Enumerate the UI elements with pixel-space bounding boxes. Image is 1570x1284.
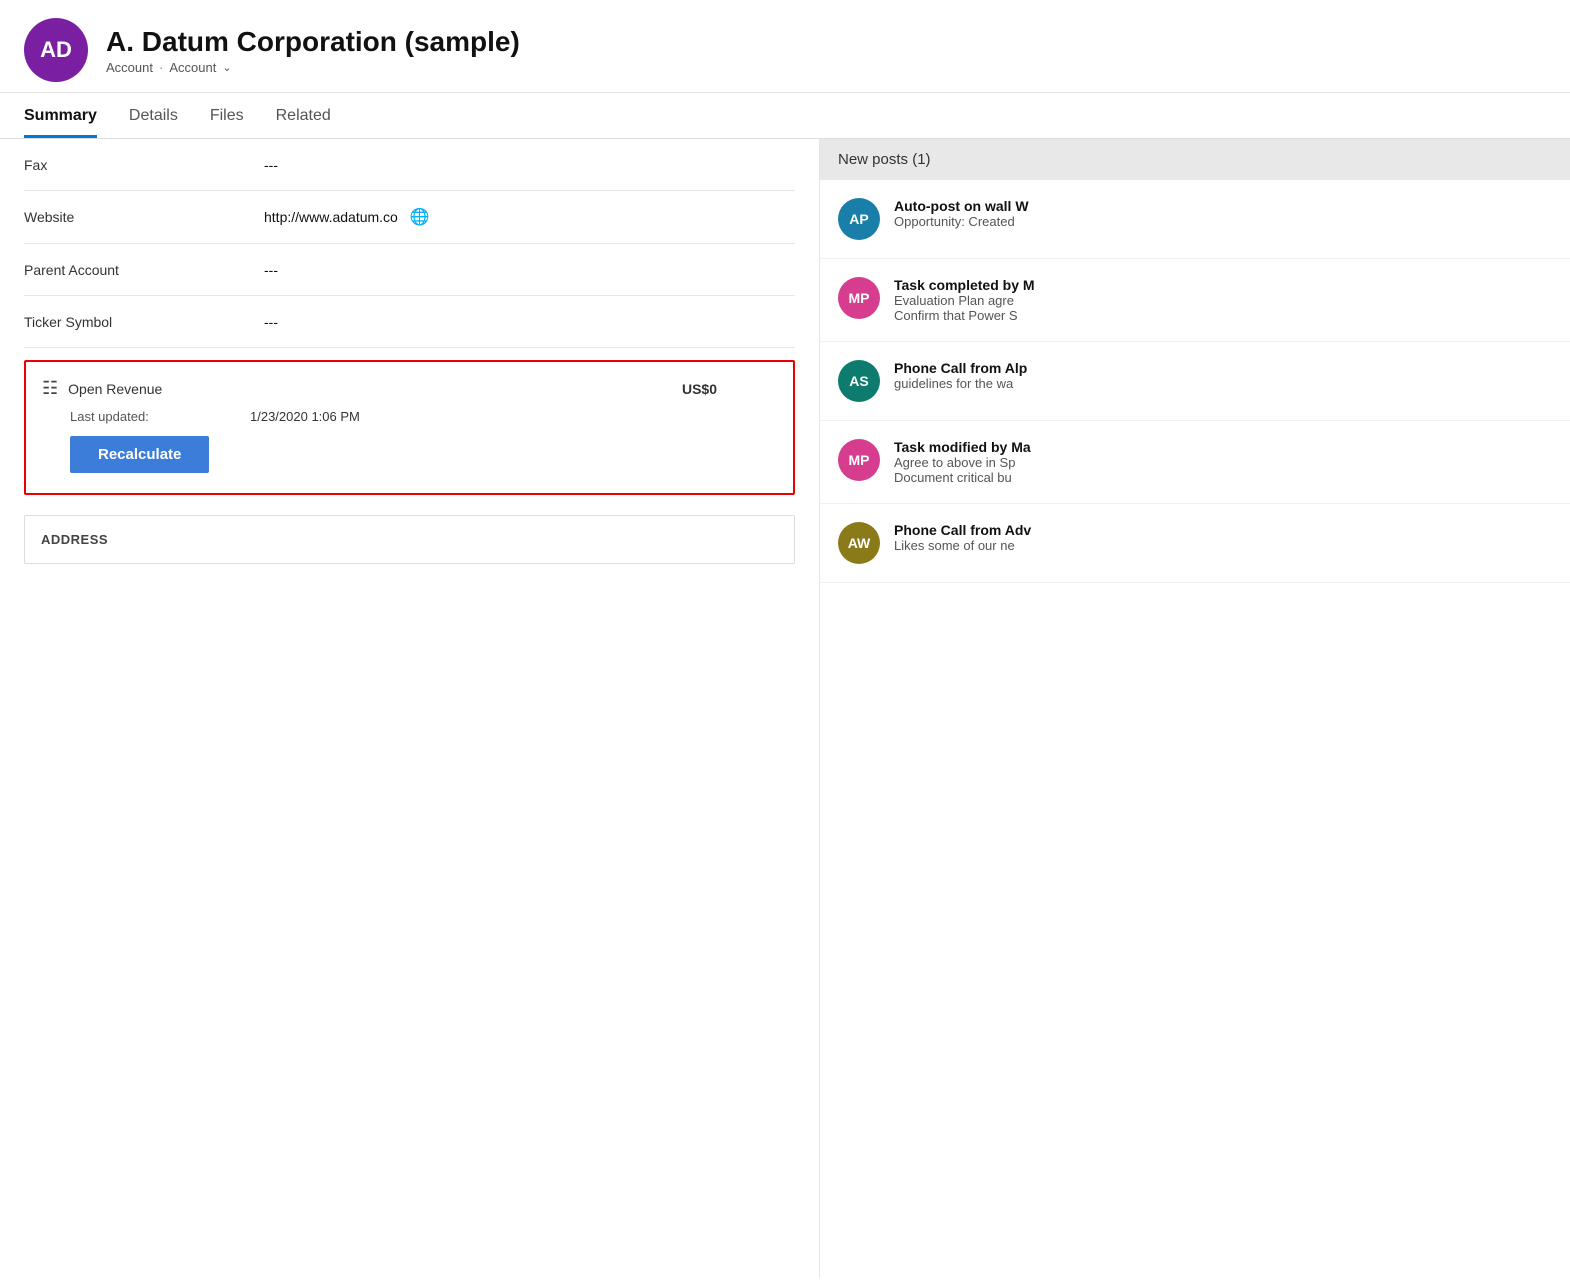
activity-content-1: Task completed by M Evaluation Plan agre… bbox=[894, 277, 1552, 323]
header-text: A. Datum Corporation (sample) Account · … bbox=[106, 26, 520, 75]
activity-avatar-4: AW bbox=[838, 522, 880, 564]
page-title: A. Datum Corporation (sample) bbox=[106, 26, 520, 58]
main-layout: Fax --- Website http://www.adatum.co 🌐 P… bbox=[0, 139, 1570, 1278]
breadcrumb-account2[interactable]: Account bbox=[169, 60, 216, 75]
page-header: AD A. Datum Corporation (sample) Account… bbox=[0, 0, 1570, 93]
breadcrumb-sep: · bbox=[159, 60, 163, 75]
website-row: Website http://www.adatum.co 🌐 bbox=[24, 191, 795, 244]
activity-list: AP Auto-post on wall W Opportunity: Crea… bbox=[820, 180, 1570, 583]
last-updated-value: 1/23/2020 1:06 PM bbox=[250, 409, 360, 424]
tab-related[interactable]: Related bbox=[276, 93, 331, 138]
tab-bar: Summary Details Files Related bbox=[0, 93, 1570, 139]
activity-content-2: Phone Call from Alp guidelines for the w… bbox=[894, 360, 1552, 391]
last-updated-label: Last updated: bbox=[70, 409, 250, 424]
calculator-icon: ☷ bbox=[42, 378, 58, 399]
website-value[interactable]: http://www.adatum.co 🌐 bbox=[264, 207, 795, 227]
breadcrumb: Account · Account ⌄ bbox=[106, 60, 520, 75]
last-updated-row: Last updated: 1/23/2020 1:06 PM bbox=[42, 409, 777, 424]
field-section: Fax --- Website http://www.adatum.co 🌐 P… bbox=[0, 139, 819, 348]
activity-title-2: Phone Call from Alp bbox=[894, 360, 1552, 376]
activity-item-1[interactable]: MP Task completed by M Evaluation Plan a… bbox=[820, 259, 1570, 342]
ticker-symbol-label: Ticker Symbol bbox=[24, 314, 264, 330]
activity-content-3: Task modified by Ma Agree to above in Sp… bbox=[894, 439, 1552, 485]
parent-account-label: Parent Account bbox=[24, 262, 264, 278]
activity-avatar-3: MP bbox=[838, 439, 880, 481]
activity-sub2-3: Document critical bu bbox=[894, 470, 1552, 485]
activity-title-3: Task modified by Ma bbox=[894, 439, 1552, 455]
globe-icon: 🌐 bbox=[410, 209, 430, 226]
activity-sub-3: Agree to above in Sp bbox=[894, 455, 1552, 470]
activity-item-3[interactable]: MP Task modified by Ma Agree to above in… bbox=[820, 421, 1570, 504]
address-title: ADDRESS bbox=[41, 532, 778, 547]
activity-item-0[interactable]: AP Auto-post on wall W Opportunity: Crea… bbox=[820, 180, 1570, 259]
ticker-symbol-row: Ticker Symbol --- bbox=[24, 296, 795, 348]
website-label: Website bbox=[24, 209, 264, 225]
open-revenue-label: Open Revenue bbox=[68, 381, 162, 397]
address-section: ADDRESS bbox=[24, 515, 795, 564]
fax-row: Fax --- bbox=[24, 139, 795, 191]
fax-label: Fax bbox=[24, 157, 264, 173]
left-panel: Fax --- Website http://www.adatum.co 🌐 P… bbox=[0, 139, 820, 1278]
tab-summary[interactable]: Summary bbox=[24, 93, 97, 138]
activity-avatar-1: MP bbox=[838, 277, 880, 319]
recalculate-button[interactable]: Recalculate bbox=[70, 436, 209, 473]
activity-item-2[interactable]: AS Phone Call from Alp guidelines for th… bbox=[820, 342, 1570, 421]
activity-title-0: Auto-post on wall W bbox=[894, 198, 1552, 214]
tab-details[interactable]: Details bbox=[129, 93, 178, 138]
activity-sub-1: Evaluation Plan agre bbox=[894, 293, 1552, 308]
activity-sub-0: Opportunity: Created bbox=[894, 214, 1552, 229]
chevron-down-icon[interactable]: ⌄ bbox=[222, 61, 231, 74]
activity-sub-2: guidelines for the wa bbox=[894, 376, 1552, 391]
parent-account-row: Parent Account --- bbox=[24, 244, 795, 296]
tab-files[interactable]: Files bbox=[210, 93, 244, 138]
right-panel: New posts (1) AP Auto-post on wall W Opp… bbox=[820, 139, 1570, 1278]
breadcrumb-account[interactable]: Account bbox=[106, 60, 153, 75]
activity-content-4: Phone Call from Adv Likes some of our ne bbox=[894, 522, 1552, 553]
activity-title-4: Phone Call from Adv bbox=[894, 522, 1552, 538]
ticker-symbol-value: --- bbox=[264, 314, 795, 330]
activity-title-1: Task completed by M bbox=[894, 277, 1552, 293]
activity-sub-4: Likes some of our ne bbox=[894, 538, 1552, 553]
parent-account-value: --- bbox=[264, 262, 795, 278]
fax-value: --- bbox=[264, 157, 795, 173]
activity-avatar-0: AP bbox=[838, 198, 880, 240]
activity-item-4[interactable]: AW Phone Call from Adv Likes some of our… bbox=[820, 504, 1570, 583]
open-revenue-box: ☷ Open Revenue US$0 Last updated: 1/23/2… bbox=[24, 360, 795, 495]
activity-avatar-2: AS bbox=[838, 360, 880, 402]
account-avatar: AD bbox=[24, 18, 88, 82]
activity-content-0: Auto-post on wall W Opportunity: Created bbox=[894, 198, 1552, 229]
open-revenue-value: US$0 bbox=[682, 381, 777, 397]
new-posts-header: New posts (1) bbox=[820, 139, 1570, 180]
activity-sub2-1: Confirm that Power S bbox=[894, 308, 1552, 323]
open-revenue-row: ☷ Open Revenue US$0 bbox=[42, 378, 777, 399]
